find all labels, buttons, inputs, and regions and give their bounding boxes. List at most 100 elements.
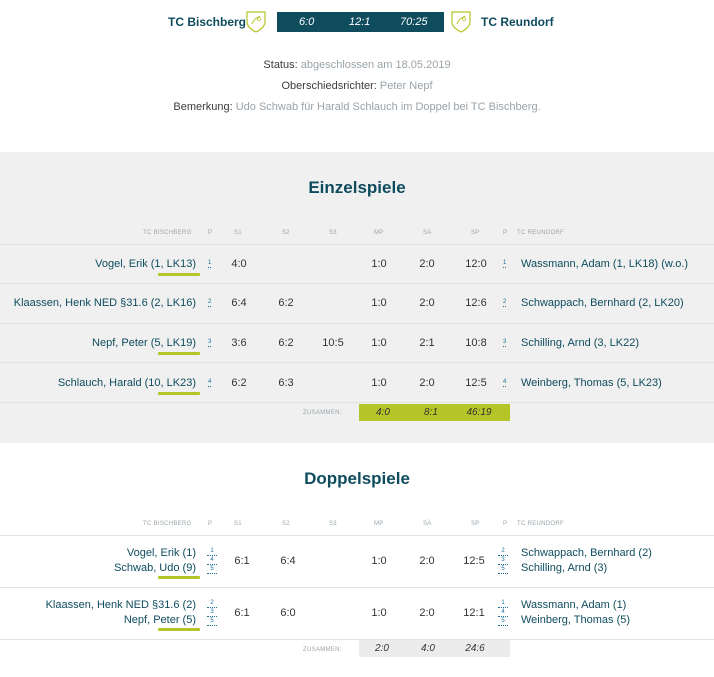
- away-position-stack[interactable]: 2 3 5: [498, 547, 508, 574]
- home-position-stack[interactable]: 2 3 5: [207, 599, 217, 626]
- home-team-name[interactable]: TC Bischberg: [168, 15, 246, 29]
- home-position[interactable]: 1: [208, 260, 212, 268]
- winner-underline: [158, 273, 200, 276]
- col-header-mp: MP: [374, 521, 384, 527]
- total-sp: 24:6: [465, 643, 485, 654]
- doubles-home-player-2[interactable]: Schwab, Udo (9): [114, 562, 196, 574]
- position-number[interactable]: 4: [207, 556, 217, 565]
- position-number[interactable]: 5: [498, 617, 508, 626]
- total-sp: 46:19: [466, 407, 492, 418]
- singles-away-player[interactable]: Schilling, Arnd (3, LK22): [521, 337, 639, 349]
- set1-score: 6:2: [231, 377, 247, 389]
- singles-home-player[interactable]: Nepf, Peter (5, LK19): [92, 337, 196, 349]
- sp-score: 12:0: [465, 258, 487, 270]
- col-header-sp: SP: [471, 230, 480, 236]
- position-number[interactable]: 2: [207, 599, 217, 608]
- col-header-sa: SÄ: [423, 230, 432, 236]
- remark-label: Bemerkung:: [173, 101, 233, 113]
- doubles-away-player-1[interactable]: Schwappach, Bernhard (2): [521, 547, 652, 559]
- position-number[interactable]: 5: [207, 565, 217, 574]
- sp-score: 12:1: [463, 607, 485, 619]
- position-number[interactable]: 3: [498, 556, 508, 565]
- total-sa: 8:1: [424, 407, 438, 418]
- winner-underline: [158, 392, 200, 395]
- row-divider: [0, 283, 714, 284]
- referee-line: Oberschiedsrichter: Peter Nepf: [0, 80, 714, 92]
- doubles-section: Doppelspiele TC BISCHBERG P S1 S2 S3 MP …: [0, 443, 714, 677]
- remark-value: Udo Schwab für Harald Schlauch im Doppel…: [235, 101, 541, 113]
- set1-score: 6:1: [234, 607, 250, 619]
- row-divider: [0, 587, 714, 588]
- col-header-away: TC REUNDORF: [517, 230, 564, 236]
- singles-home-player[interactable]: Klaassen, Henk NED §31.6 (2, LK16): [14, 297, 196, 309]
- score-box: 6:0 12:1 70:25: [277, 12, 444, 32]
- col-header-s2: S2: [282, 230, 290, 236]
- home-position[interactable]: 4: [208, 379, 212, 387]
- position-number[interactable]: 2: [498, 547, 508, 556]
- col-header-s1: S1: [234, 521, 242, 527]
- singles-section: Einzelspiele TC BISCHBERG P S1 S2 S3 MP …: [0, 152, 714, 443]
- set2-score: 6:2: [278, 337, 294, 349]
- away-position[interactable]: 4: [503, 379, 507, 387]
- doubles-total-box: 2:0 4:0 24:6: [359, 640, 510, 657]
- position-number[interactable]: 1: [207, 547, 217, 556]
- col-header-s3: S3: [329, 230, 337, 236]
- away-position[interactable]: 2: [503, 299, 507, 307]
- score-matches: 6:0: [299, 16, 315, 28]
- doubles-away-player-2[interactable]: Weinberg, Thomas (5): [521, 614, 630, 626]
- singles-title: Einzelspiele: [308, 178, 406, 197]
- set1-score: 6:4: [231, 297, 247, 309]
- col-header-p2: P: [503, 230, 508, 236]
- position-number[interactable]: 5: [207, 617, 217, 626]
- set1-score: 4:0: [231, 258, 247, 270]
- row-divider: [0, 402, 714, 403]
- doubles-home-player-1[interactable]: Vogel, Erik (1): [127, 547, 196, 559]
- away-position[interactable]: 3: [503, 339, 507, 347]
- set3-score: 10:5: [322, 337, 344, 349]
- col-header-p: P: [208, 521, 213, 527]
- position-number[interactable]: 1: [498, 599, 508, 608]
- sp-score: 12:6: [465, 297, 487, 309]
- singles-total-label: ZUSAMMEN:: [303, 410, 342, 416]
- sp-score: 10:8: [465, 337, 487, 349]
- home-position[interactable]: 2: [208, 299, 212, 307]
- away-position[interactable]: 1: [503, 260, 507, 268]
- set2-score: 6:4: [280, 555, 296, 567]
- total-sa: 4:0: [421, 643, 435, 654]
- singles-away-player[interactable]: Wassmann, Adam (1, LK18) (w.o.): [521, 258, 688, 270]
- singles-home-player[interactable]: Vogel, Erik (1, LK13): [95, 258, 196, 270]
- row-divider: [0, 535, 714, 536]
- doubles-away-player-1[interactable]: Wassmann, Adam (1): [521, 599, 626, 611]
- sa-score: 2:0: [419, 607, 435, 619]
- status-value: abgeschlossen am 18.05.2019: [300, 59, 451, 71]
- mp-score: 1:0: [371, 337, 387, 349]
- col-header-away: TC REUNDORF: [517, 521, 564, 527]
- home-position-stack[interactable]: 1 4 5: [207, 547, 217, 574]
- home-position[interactable]: 3: [208, 339, 212, 347]
- position-number[interactable]: 4: [498, 608, 508, 617]
- doubles-home-player-1[interactable]: Klaassen, Henk NED §31.6 (2): [46, 599, 196, 611]
- doubles-home-player-2[interactable]: Nepf, Peter (5): [124, 614, 196, 626]
- singles-home-player[interactable]: Schlauch, Harald (10, LK23): [58, 377, 196, 389]
- referee-label: Oberschiedsrichter:: [281, 80, 377, 92]
- away-position-stack[interactable]: 1 4 5: [498, 599, 508, 626]
- mp-score: 1:0: [371, 555, 387, 567]
- col-header-p2: P: [503, 521, 508, 527]
- total-mp: 2:0: [375, 643, 389, 654]
- singles-away-player[interactable]: Schwappach, Bernhard (2, LK20): [521, 297, 684, 309]
- doubles-title: Doppelspiele: [304, 469, 410, 488]
- away-team-name[interactable]: TC Reundorf: [481, 15, 554, 29]
- sa-score: 2:0: [419, 297, 435, 309]
- position-number[interactable]: 5: [498, 565, 508, 574]
- referee-value: Peter Nepf: [379, 80, 433, 92]
- sa-score: 2:0: [419, 377, 435, 389]
- col-header-p: P: [208, 230, 213, 236]
- doubles-away-player-2[interactable]: Schilling, Arnd (3): [521, 562, 607, 574]
- status-line: Status: abgeschlossen am 18.05.2019: [0, 59, 714, 71]
- singles-away-player[interactable]: Weinberg, Thomas (5, LK23): [521, 377, 662, 389]
- position-number[interactable]: 3: [207, 608, 217, 617]
- winner-underline: [158, 576, 200, 579]
- winner-underline: [158, 352, 200, 355]
- score-sets: 12:1: [349, 16, 371, 28]
- set1-score: 6:1: [234, 555, 250, 567]
